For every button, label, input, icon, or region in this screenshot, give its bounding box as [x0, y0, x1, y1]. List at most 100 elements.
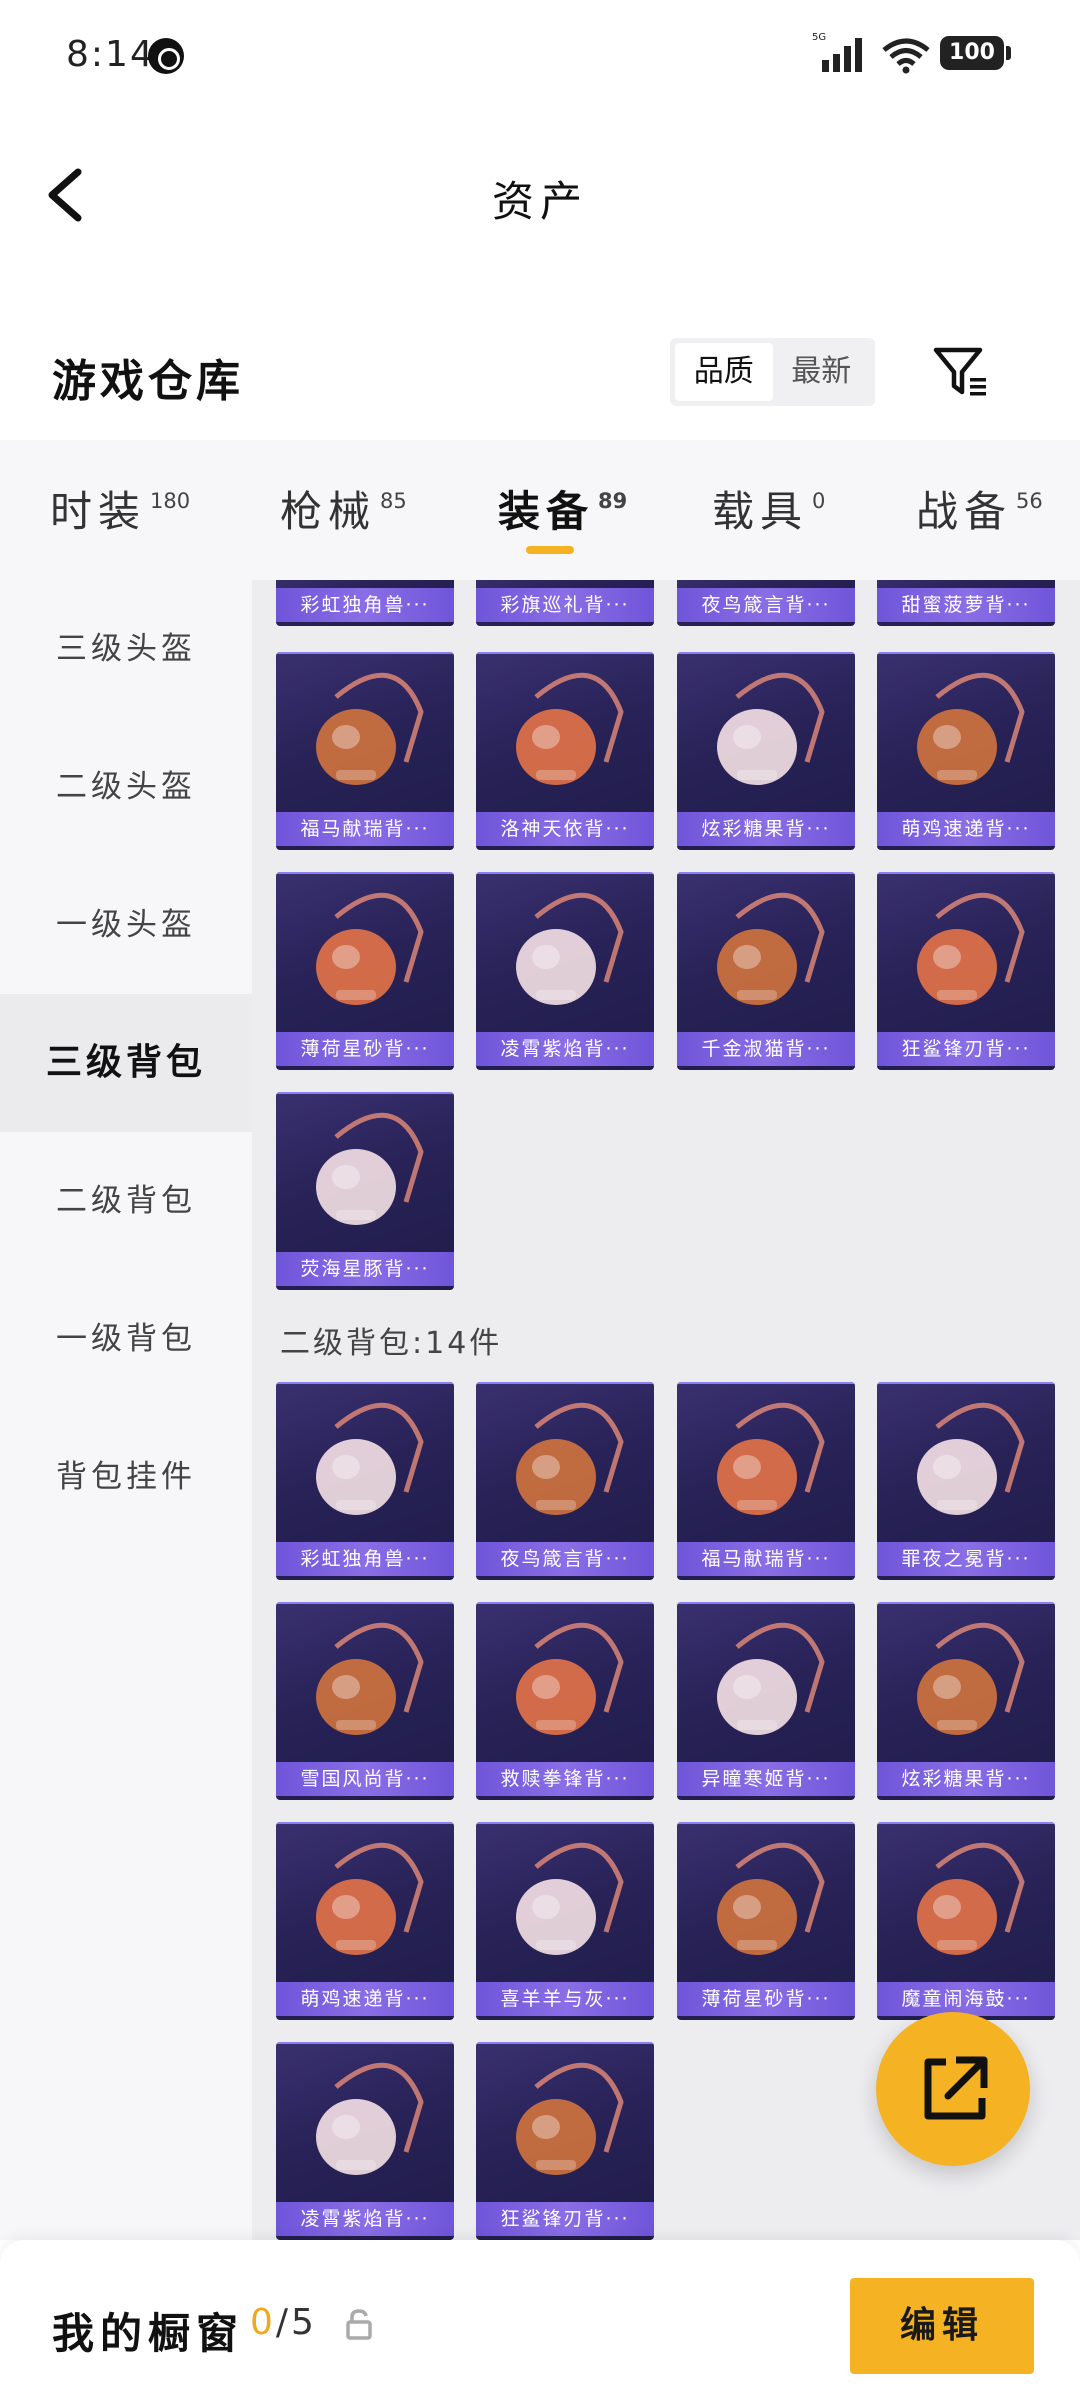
showcase-bar: 我的橱窗 0/5 编辑	[0, 2240, 1080, 2401]
showcase-label: 我的橱窗	[52, 2309, 245, 2358]
group-label-level2-backpack: 二级背包:14件	[280, 1326, 503, 1361]
showcase-count: 0/5	[250, 2302, 317, 2343]
level2-backpack-card[interactable]: 狂鲨锋刃背···	[476, 2042, 654, 2240]
backpack-image	[516, 2062, 624, 2175]
category-tabs: 时装 180 枪械 85 装备 89 载具 0 战备 56	[0, 440, 1080, 580]
item-name: 福马献瑞背···	[677, 1542, 855, 1576]
share-button[interactable]	[876, 2012, 1030, 2166]
level2-backpack-card[interactable]: 薄荷星砂背···	[677, 1822, 855, 2020]
item-name: 夜鸟箴言背···	[677, 588, 855, 622]
backpack-image	[316, 2062, 424, 2175]
tab-fashion[interactable]: 时装 180	[50, 478, 190, 539]
level3-backpack-card[interactable]: 甜蜜菠萝背···	[877, 580, 1055, 626]
level2-backpack-card[interactable]: 凌霄紫焰背···	[276, 2042, 454, 2240]
level2-backpack-card[interactable]: 萌鸡速递背···	[276, 1822, 454, 2020]
backpack-image	[717, 892, 825, 1005]
showcase-count-current: 0	[250, 2302, 276, 2343]
item-name: 薄荷星砂背···	[276, 1032, 454, 1066]
backpack-image	[316, 1402, 424, 1515]
level3-backpack-card[interactable]: 薄荷星砂背···	[276, 872, 454, 1070]
battery-indicator: 100	[940, 36, 1011, 70]
item-name: 狂鲨锋刃背···	[476, 2202, 654, 2236]
page-title: 资产	[491, 177, 588, 226]
level3-backpack-card[interactable]: 萌鸡速递背···	[877, 652, 1055, 850]
share-icon	[924, 2056, 988, 2120]
level3-backpack-card[interactable]: 凌霄紫焰背···	[476, 872, 654, 1070]
sort-toggle: 品质 最新	[670, 338, 875, 406]
item-name: 荧海星豚背···	[276, 1252, 454, 1286]
backpack-image	[917, 892, 1025, 1005]
warehouse-title: 游戏仓库	[52, 356, 244, 407]
level2-backpack-card[interactable]: 炫彩糖果背···	[877, 1602, 1055, 1800]
item-name: 夜鸟箴言背···	[476, 1542, 654, 1576]
item-name: 救赎拳锋背···	[476, 1762, 654, 1796]
item-grid: 二级背包:14件 彩虹独角兽··· 彩旗巡礼背··· 夜鸟箴言背··· 甜蜜菠萝背··…	[252, 580, 1080, 2240]
sidebar: 三级头盔 二级头盔 一级头盔 三级背包 二级背包 一级背包 背包挂件	[0, 580, 252, 2240]
sidebar-item-level1-backpack[interactable]: 一级背包	[0, 1270, 252, 1408]
filter-button[interactable]	[930, 340, 992, 402]
item-name: 千金淑猫背···	[677, 1032, 855, 1066]
tab-firearms[interactable]: 枪械 85	[280, 478, 407, 539]
item-name: 炫彩糖果背···	[677, 812, 855, 846]
level3-backpack-card[interactable]: 彩旗巡礼背···	[476, 580, 654, 626]
level3-backpack-card[interactable]: 狂鲨锋刃背···	[877, 872, 1055, 1070]
item-name: 罪夜之冕背···	[877, 1542, 1055, 1576]
signal-icon: 5G	[812, 32, 862, 72]
level3-backpack-card[interactable]: 福马献瑞背···	[276, 652, 454, 850]
item-name: 洛神天依背···	[476, 812, 654, 846]
item-name: 彩虹独角兽···	[276, 588, 454, 622]
backpack-image	[516, 1402, 624, 1515]
item-name: 狂鲨锋刃背···	[877, 1032, 1055, 1066]
backpack-image	[917, 1842, 1025, 1955]
sidebar-item-level2-helmet[interactable]: 二级头盔	[0, 718, 252, 856]
backpack-image	[917, 1622, 1025, 1735]
item-name: 凌霄紫焰背···	[476, 1032, 654, 1066]
item-name: 凌霄紫焰背···	[276, 2202, 454, 2236]
tab-vehicles[interactable]: 载具 0	[712, 478, 825, 539]
backpack-image	[316, 672, 424, 785]
level2-backpack-card[interactable]: 夜鸟箴言背···	[476, 1382, 654, 1580]
tab-supplies[interactable]: 战备 56	[916, 478, 1043, 539]
level2-backpack-card[interactable]: 救赎拳锋背···	[476, 1602, 654, 1800]
item-name: 炫彩糖果背···	[877, 1762, 1055, 1796]
level2-backpack-card[interactable]: 彩虹独角兽···	[276, 1382, 454, 1580]
backpack-image	[516, 672, 624, 785]
item-name: 甜蜜菠萝背···	[877, 588, 1055, 622]
backpack-image	[717, 672, 825, 785]
sidebar-item-level1-helmet[interactable]: 一级头盔	[0, 856, 252, 994]
sidebar-item-level3-helmet[interactable]: 三级头盔	[0, 580, 252, 718]
level3-backpack-card[interactable]: 荧海星豚背···	[276, 1092, 454, 1290]
backpack-image	[516, 892, 624, 1005]
level2-backpack-card[interactable]: 福马献瑞背···	[677, 1382, 855, 1580]
sidebar-item-backpack-charm[interactable]: 背包挂件	[0, 1408, 252, 1546]
status-time: 8:14	[66, 34, 155, 75]
item-name: 彩虹独角兽···	[276, 1542, 454, 1576]
backpack-image	[917, 672, 1025, 785]
item-name: 萌鸡速递背···	[877, 812, 1055, 846]
sidebar-item-level3-backpack[interactable]: 三级背包	[0, 994, 252, 1132]
showcase-count-total: /5	[275, 2302, 317, 2343]
level3-backpack-card[interactable]: 洛神天依背···	[476, 652, 654, 850]
sidebar-item-level2-backpack[interactable]: 二级背包	[0, 1132, 252, 1270]
backpack-image	[717, 1622, 825, 1735]
level2-backpack-card[interactable]: 异瞳寒姬背···	[677, 1602, 855, 1800]
sort-quality-button[interactable]: 品质	[675, 343, 773, 401]
level2-backpack-card[interactable]: 罪夜之冕背···	[877, 1382, 1055, 1580]
level2-backpack-card[interactable]: 魔童闹海鼓···	[877, 1822, 1055, 2020]
level2-backpack-card[interactable]: 喜羊羊与灰···	[476, 1822, 654, 2020]
item-name: 福马献瑞背···	[276, 812, 454, 846]
active-tab-indicator	[526, 546, 574, 554]
item-name: 彩旗巡礼背···	[476, 588, 654, 622]
level3-backpack-card[interactable]: 夜鸟箴言背···	[677, 580, 855, 626]
sort-latest-button[interactable]: 最新	[773, 343, 871, 401]
backpack-image	[316, 892, 424, 1005]
level3-backpack-card[interactable]: 彩虹独角兽···	[276, 580, 454, 626]
level3-backpack-card[interactable]: 炫彩糖果背···	[677, 652, 855, 850]
level2-backpack-card[interactable]: 雪国风尚背···	[276, 1602, 454, 1800]
level3-backpack-card[interactable]: 千金淑猫背···	[677, 872, 855, 1070]
backpack-image	[516, 1622, 624, 1735]
tab-equipment[interactable]: 装备 89	[498, 478, 627, 539]
edit-button[interactable]: 编辑	[850, 2278, 1034, 2374]
lock-icon	[346, 2309, 372, 2340]
app-notification-icon	[148, 38, 184, 74]
